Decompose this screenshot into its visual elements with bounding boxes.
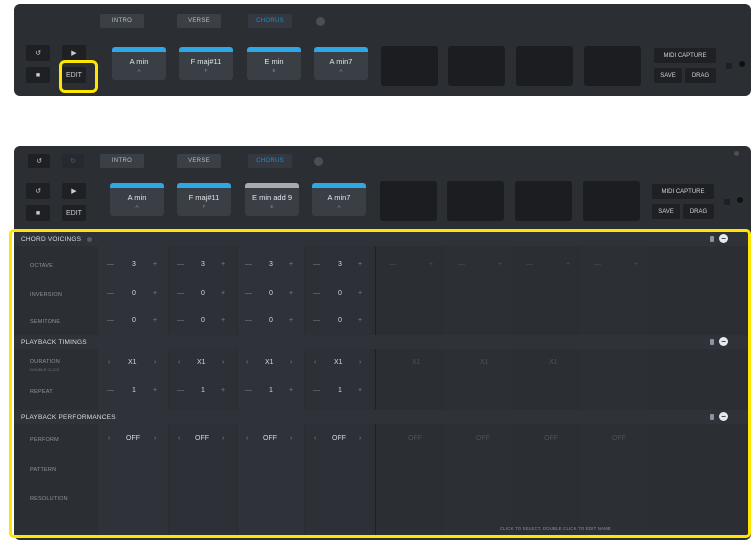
play-button[interactable]: ▶ xyxy=(62,45,86,61)
chord-name: A min xyxy=(129,57,149,66)
play-button[interactable]: ▶ xyxy=(62,183,86,199)
chord-pad[interactable]: A min7 A xyxy=(314,47,368,80)
chord-name: F maj#11 xyxy=(190,57,222,66)
tab-chorus[interactable]: CHORUS xyxy=(248,154,292,168)
side-dot-icon xyxy=(737,197,743,203)
chord-name: A min xyxy=(127,193,147,202)
edit-button[interactable]: EDIT xyxy=(62,205,86,221)
chord-color-bar xyxy=(247,47,301,52)
chord-pad[interactable]: A min A xyxy=(112,47,166,80)
empty-chord-slot[interactable] xyxy=(516,46,573,86)
chord-root: F xyxy=(204,68,208,73)
edit-button-highlight xyxy=(59,60,98,93)
drag-button[interactable]: DRAG xyxy=(683,204,714,219)
chord-name: A min7 xyxy=(329,57,353,66)
chord-pad[interactable]: A min7 A xyxy=(312,183,366,216)
tab-intro[interactable]: INTRO xyxy=(100,14,144,28)
chord-root: A xyxy=(337,204,341,209)
stop-button[interactable]: ■ xyxy=(26,67,50,83)
add-section-icon[interactable] xyxy=(314,157,323,166)
add-section-icon[interactable] xyxy=(316,17,325,26)
empty-chord-slot[interactable] xyxy=(381,46,438,86)
restart-button[interactable]: ↺ xyxy=(26,45,50,61)
top-toolbar-panel: INTRO VERSE CHORUS ↺ ▶ ■ EDIT A min A F … xyxy=(14,4,751,96)
tab-intro[interactable]: INTRO xyxy=(100,154,144,168)
undo-button[interactable]: ↺ xyxy=(28,154,50,168)
chord-root: A xyxy=(137,68,141,73)
chord-color-bar xyxy=(179,47,233,52)
restart-button[interactable]: ↺ xyxy=(26,183,50,199)
redo-button[interactable]: ↻ xyxy=(62,154,84,168)
editor-highlight xyxy=(9,229,751,538)
chord-color-bar xyxy=(177,183,231,188)
chord-name: E min add 9 xyxy=(251,193,293,202)
chord-pad[interactable]: F maj#11 F xyxy=(179,47,233,80)
save-button[interactable]: SAVE xyxy=(652,204,680,219)
empty-chord-slot[interactable] xyxy=(515,181,572,221)
midi-capture-button[interactable]: MIDI CAPTURE xyxy=(652,184,714,199)
chord-pad[interactable]: F maj#11 F xyxy=(177,183,231,216)
chord-root: A xyxy=(339,68,343,73)
chord-name: F maj#11 xyxy=(188,193,220,202)
empty-chord-slot[interactable] xyxy=(380,181,437,221)
tab-verse[interactable]: VERSE xyxy=(177,154,221,168)
chord-color-bar xyxy=(112,47,166,52)
chord-color-bar xyxy=(110,183,164,188)
chord-root: E xyxy=(270,204,274,209)
chord-pad[interactable]: E min E xyxy=(247,47,301,80)
midi-capture-button[interactable]: MIDI CAPTURE xyxy=(654,48,716,63)
side-handle[interactable] xyxy=(724,199,730,205)
chord-name: E min xyxy=(264,57,284,66)
empty-chord-slot[interactable] xyxy=(447,181,504,221)
chord-pad-selected[interactable]: E min add 9 E xyxy=(245,183,299,216)
side-dot-icon xyxy=(739,61,745,67)
window-dot-icon xyxy=(734,151,739,156)
chord-root: F xyxy=(202,204,206,209)
stop-button[interactable]: ■ xyxy=(26,205,50,221)
chord-pad[interactable]: A min A xyxy=(110,183,164,216)
empty-chord-slot[interactable] xyxy=(583,181,640,221)
tab-chorus[interactable]: CHORUS xyxy=(248,14,292,28)
empty-chord-slot[interactable] xyxy=(584,46,641,86)
chord-color-bar xyxy=(245,183,299,188)
drag-button[interactable]: DRAG xyxy=(685,68,716,83)
chord-name: A min7 xyxy=(327,193,351,202)
chord-color-bar xyxy=(312,183,366,188)
side-handle[interactable] xyxy=(726,63,732,69)
empty-chord-slot[interactable] xyxy=(448,46,505,86)
chord-root: E xyxy=(272,68,276,73)
chord-color-bar xyxy=(314,47,368,52)
save-button[interactable]: SAVE xyxy=(654,68,682,83)
chord-root: A xyxy=(135,204,139,209)
tab-verse[interactable]: VERSE xyxy=(177,14,221,28)
